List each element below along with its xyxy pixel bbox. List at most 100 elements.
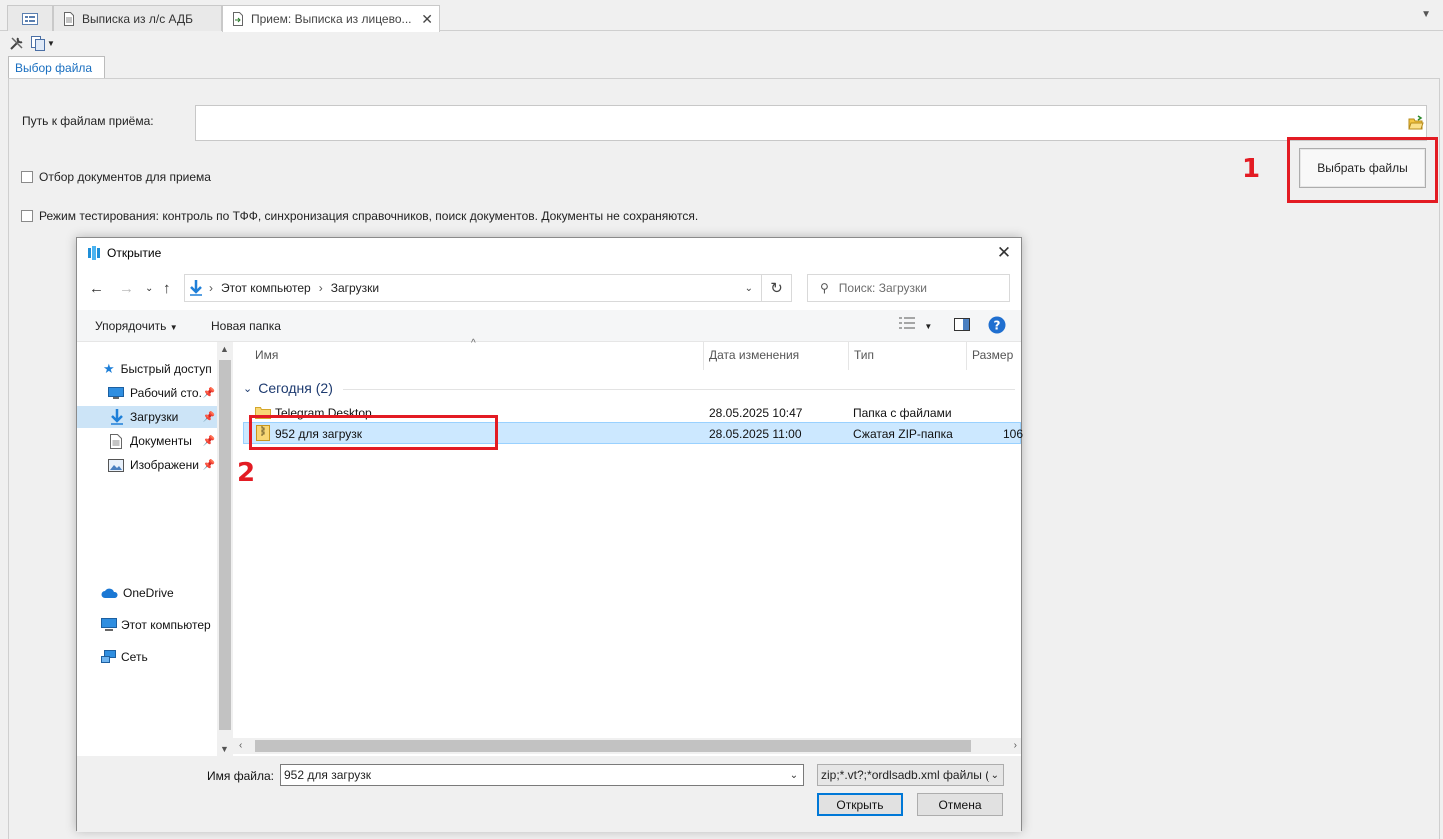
file-type-filter-select[interactable]: zip;*.vt?;*ordlsadb.xml файлы ( ⌄ [817,764,1004,786]
breadcrumb-this-pc[interactable]: Этот компьютер [221,281,311,295]
breadcrumb-downloads[interactable]: Загрузки [331,281,379,295]
filter-documents-label: Отбор документов для приема [39,170,211,184]
nav-documents[interactable]: Документы 📌 [77,430,217,452]
new-folder-button[interactable]: Новая папка [211,319,281,333]
path-label: Путь к файлам приёма: [22,114,154,128]
preview-pane-button[interactable] [954,318,970,334]
up-arrow-icon[interactable]: ↑ [163,280,171,297]
organize-label: Упорядочить [95,319,167,333]
copy-icon [31,35,46,51]
sort-ascending-icon: ^ [471,338,476,349]
help-button[interactable]: ? [988,316,1006,337]
refresh-button[interactable]: ↻ [762,274,792,302]
search-icon: ⚲ [820,281,829,295]
scroll-down-icon[interactable]: ▼ [220,744,229,754]
nav-label: Загрузки [130,410,179,424]
scroll-left-icon[interactable]: ‹ [239,740,242,751]
group-label: Сегодня (2) [258,380,333,396]
refresh-icon: ↻ [770,280,783,297]
nav-downloads[interactable]: Загрузки 📌 [77,406,217,428]
nav-quick-access[interactable]: ★ Быстрый доступ [77,358,217,380]
scroll-right-icon[interactable]: › [1014,740,1017,751]
dialog-close-button[interactable]: ✕ [993,242,1015,264]
group-header-today[interactable]: ⌄ Сегодня (2) [243,380,333,396]
help-icon: ? [988,316,1006,334]
nav-this-pc[interactable]: Этот компьютер [77,614,217,636]
tab-statement-adb[interactable]: Выписка из л/с АДБ [53,5,222,31]
tools-button[interactable] [8,34,26,52]
navigation-pane: ★ Быстрый доступ Рабочий сто. 📌 Загрузки 📌 … [77,342,217,756]
pin-icon: 📌 [202,459,215,471]
chevron-down-icon[interactable]: ⌄ [745,283,753,294]
forward-arrow-icon[interactable]: → [119,280,134,297]
navigation-pane-scrollbar[interactable]: ▲ ▼ [217,342,233,756]
open-button[interactable]: Открыть [817,793,903,816]
tab-import-statement[interactable]: Прием: Выписка из лицево... ✕ [222,5,440,32]
file-list-scrollbar[interactable]: ‹ › [233,738,1021,754]
nav-onedrive[interactable]: OneDrive [77,582,217,604]
browse-folder-button[interactable] [1405,105,1427,141]
file-type: Сжатая ZIP-папка [853,427,953,441]
view-details-icon [899,317,915,329]
column-header-date[interactable]: Дата изменения [709,348,799,362]
file-size: 106 [1003,427,1024,441]
network-icon [101,650,116,663]
nav-label: Сеть [121,650,148,664]
navigation-bar: ← → ⌄ ↑ › Этот компьютер › Загрузки ⌄ ↻ … [77,272,1021,306]
chevron-down-icon: ▼ [924,322,933,331]
chevron-down-icon[interactable]: ⌄ [785,765,803,785]
app-logo-icon [88,246,100,260]
organize-button[interactable]: Упорядочить ▼ [95,319,178,333]
preview-pane-icon [954,318,970,331]
document-icon [110,433,122,449]
column-header-name[interactable]: Имя [255,348,278,362]
open-file-dialog: Открытие ✕ ← → ⌄ ↑ › Этот компьютер › За… [76,237,1024,832]
group-divider [343,389,1015,390]
file-date: 28.05.2025 10:47 [709,406,803,420]
svg-text:?: ? [994,319,1001,333]
pin-icon: 📌 [202,387,215,399]
filter-documents-checkbox[interactable] [21,171,33,183]
test-mode-label: Режим тестирования: контроль по ТФФ, син… [39,209,699,223]
filename-input[interactable]: 952 для загрузк [280,764,804,786]
test-mode-checkbox[interactable] [21,210,33,222]
nav-label: Изображени [130,458,199,472]
computer-icon [101,618,117,631]
chevron-down-icon[interactable]: ▼ [1421,9,1431,20]
copy-menu-button[interactable]: ▼ [30,34,56,52]
document-icon [64,11,74,26]
chevron-down-icon: ▼ [169,323,178,332]
nav-pictures[interactable]: Изображени 📌 [77,454,217,476]
tab-file-selection[interactable]: Выбор файла [8,56,105,78]
file-list-pane: ^ Имя Дата изменения Тип Размер ⌄ Сегодн… [233,338,1024,756]
chevron-down-icon: ▼ [47,38,55,48]
address-bar[interactable]: › Этот компьютер › Загрузки ⌄ [184,274,762,302]
highlight-box-step2 [249,415,498,450]
view-options-button[interactable]: ▼ [899,317,932,332]
back-arrow-icon[interactable]: ← [89,280,104,297]
tools-icon [10,37,23,50]
scrollbar-thumb[interactable] [219,360,231,730]
path-input[interactable] [195,105,1406,141]
scrollbar-thumb[interactable] [255,740,971,752]
nav-network[interactable]: Сеть [77,646,217,668]
import-document-icon [233,12,243,26]
column-header-size[interactable]: Размер [972,348,1013,362]
chevron-down-icon: ⌄ [987,769,999,781]
pin-icon: 📌 [202,411,215,423]
scroll-up-icon[interactable]: ▲ [220,344,229,354]
tab-home[interactable] [7,5,53,31]
cancel-button[interactable]: Отмена [917,793,1003,816]
recent-locations-icon[interactable]: ⌄ [145,283,153,294]
column-header-type[interactable]: Тип [854,348,874,362]
nav-desktop[interactable]: Рабочий сто. 📌 [77,382,217,404]
tab-label: Выписка из л/с АДБ [82,11,193,26]
chevron-down-icon: ⌄ [243,382,253,395]
breadcrumb-separator-icon: › [209,281,213,295]
nav-label: Этот компьютер [121,618,211,632]
command-bar: Упорядочить ▼ Новая папка ▼ ? [77,310,1021,342]
step-number-1: 1 [1242,154,1261,184]
close-icon[interactable]: ✕ [421,11,433,28]
search-input[interactable]: ⚲ Поиск: Загрузки [807,274,1010,302]
cloud-icon [101,588,118,598]
